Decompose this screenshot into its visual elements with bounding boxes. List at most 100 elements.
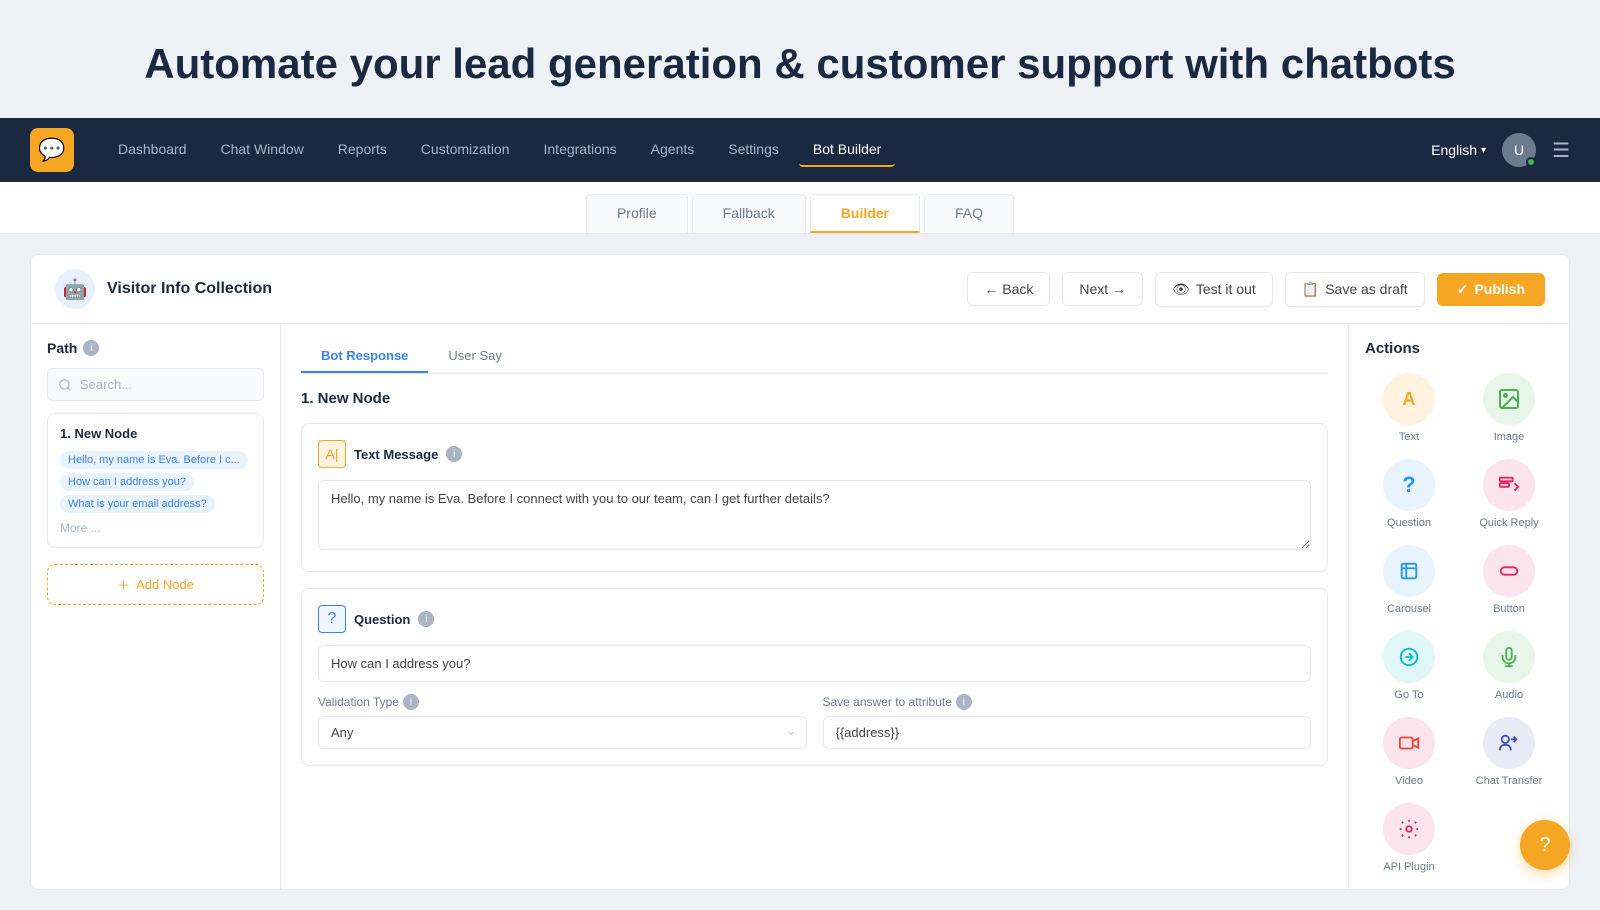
nav-settings[interactable]: Settings <box>714 133 793 167</box>
nav-customization[interactable]: Customization <box>407 133 524 167</box>
bot-avatar: 🤖 <box>55 269 95 309</box>
action-goto[interactable]: Go To <box>1365 631 1453 701</box>
action-image[interactable]: Image <box>1465 373 1553 443</box>
question-header: ? Question i <box>318 605 1311 633</box>
test-button[interactable]: 👁 Test it out <box>1155 272 1273 307</box>
search-input[interactable] <box>47 368 264 401</box>
avatar-initials: U <box>1514 142 1524 158</box>
text-message-info-icon: i <box>446 446 462 462</box>
builder-header: 🤖 Visitor Info Collection ← Back Next → … <box>30 254 1570 323</box>
help-button[interactable]: ? <box>1520 820 1570 870</box>
validation-select[interactable]: Any <box>318 716 807 749</box>
tab-faq[interactable]: FAQ <box>924 194 1014 233</box>
save-answer-label: Save answer to attribute i <box>823 694 1312 710</box>
menu-icon[interactable]: ☰ <box>1552 138 1570 163</box>
actions-panel: Actions A Text Image ? Question <box>1349 324 1569 889</box>
action-text[interactable]: A Text <box>1365 373 1453 443</box>
question-label: Question <box>354 612 410 627</box>
question-icon: ? <box>318 605 346 633</box>
api-plugin-action-label: API Plugin <box>1383 861 1434 873</box>
tab-builder[interactable]: Builder <box>810 194 920 233</box>
tab-profile[interactable]: Profile <box>586 194 688 233</box>
quick-reply-action-icon <box>1483 459 1535 511</box>
editor-tabs: Bot Response User Say <box>301 340 1328 374</box>
text-a-icon: A| <box>326 446 339 462</box>
text-message-block: A| Text Message i Hello, my name is Eva.… <box>301 423 1328 572</box>
video-action-icon <box>1383 717 1435 769</box>
hero-title: Automate your lead generation & customer… <box>20 40 1580 88</box>
validation-label: Validation Type i <box>318 694 807 710</box>
node-tag-2[interactable]: What is your email address? <box>60 495 215 513</box>
logo-icon: 💬 <box>38 137 65 163</box>
action-api-plugin[interactable]: API Plugin <box>1365 803 1453 873</box>
nav-agents[interactable]: Agents <box>637 133 709 167</box>
editor-panel: Bot Response User Say 1. New Node A| Tex… <box>281 324 1349 889</box>
bot-avatar-icon: 🤖 <box>63 277 88 302</box>
path-header: Path i <box>47 340 264 356</box>
navbar: 💬 Dashboard Chat Window Reports Customiz… <box>0 118 1600 182</box>
image-action-icon <box>1483 373 1535 425</box>
actions-grid: A Text Image ? Question <box>1365 373 1553 873</box>
question-action-icon: ? <box>1383 459 1435 511</box>
button-action-label: Button <box>1493 603 1525 615</box>
nav-reports[interactable]: Reports <box>324 133 401 167</box>
tab-user-say[interactable]: User Say <box>428 340 521 373</box>
nav-integrations[interactable]: Integrations <box>530 133 631 167</box>
avatar[interactable]: U <box>1502 133 1536 167</box>
next-button[interactable]: Next → <box>1062 272 1143 306</box>
check-icon: ✓ <box>1457 281 1469 298</box>
validation-info-icon: i <box>403 694 419 710</box>
validation-field: Validation Type i Any <box>318 694 807 749</box>
action-carousel[interactable]: Carousel <box>1365 545 1453 615</box>
eye-icon: 👁 <box>1172 281 1190 298</box>
action-question[interactable]: ? Question <box>1365 459 1453 529</box>
nav-bot-builder[interactable]: Bot Builder <box>799 133 895 167</box>
node-tag-1[interactable]: How can I address you? <box>60 473 194 491</box>
actions-title: Actions <box>1365 340 1553 357</box>
node-tag-0[interactable]: Hello, my name is Eva. Before I c... <box>60 451 248 469</box>
button-action-icon <box>1483 545 1535 597</box>
text-message-input[interactable]: Hello, my name is Eva. Before I connect … <box>318 480 1311 550</box>
draft-icon: 📋 <box>1302 281 1319 298</box>
tab-fallback[interactable]: Fallback <box>692 194 806 233</box>
action-quick-reply[interactable]: Quick Reply <box>1465 459 1553 529</box>
nav-chat-window[interactable]: Chat Window <box>207 133 318 167</box>
goto-action-label: Go To <box>1394 689 1423 701</box>
question-action-label: Question <box>1387 517 1431 529</box>
text-action-icon: A <box>1383 373 1435 425</box>
goto-action-icon <box>1383 631 1435 683</box>
header-actions: ← Back Next → 👁 Test it out 📋 Save as dr… <box>967 272 1545 307</box>
back-button[interactable]: ← Back <box>967 272 1050 306</box>
quick-reply-action-label: Quick Reply <box>1479 517 1538 529</box>
node-label: 1. New Node <box>301 390 1328 407</box>
nav-links: Dashboard Chat Window Reports Customizat… <box>104 133 1431 167</box>
node-more[interactable]: More ... <box>60 521 251 535</box>
text-message-label: Text Message <box>354 447 438 462</box>
action-audio[interactable]: Audio <box>1465 631 1553 701</box>
api-plugin-action-icon <box>1383 803 1435 855</box>
hero-section: Automate your lead generation & customer… <box>0 0 1600 118</box>
main-content: 🤖 Visitor Info Collection ← Back Next → … <box>0 234 1600 910</box>
online-indicator <box>1526 157 1536 167</box>
question-block: ? Question i Validation Type i Any <box>301 588 1328 766</box>
draft-button[interactable]: 📋 Save as draft <box>1285 272 1425 307</box>
save-answer-input[interactable] <box>823 716 1312 749</box>
builder-body: Path i 1. New Node Hello, my name is Eva… <box>30 323 1570 890</box>
text-message-icon: A| <box>318 440 346 468</box>
action-video[interactable]: Video <box>1365 717 1453 787</box>
question-input[interactable] <box>318 645 1311 682</box>
tab-bot-response[interactable]: Bot Response <box>301 340 428 373</box>
msg-header: A| Text Message i <box>318 440 1311 468</box>
action-chat-transfer[interactable]: Chat Transfer <box>1465 717 1553 787</box>
carousel-action-icon <box>1383 545 1435 597</box>
publish-button[interactable]: ✓ Publish <box>1437 273 1545 306</box>
nav-right: English U ☰ <box>1431 133 1570 167</box>
action-button[interactable]: Button <box>1465 545 1553 615</box>
language-selector[interactable]: English <box>1431 142 1486 158</box>
add-node-button[interactable]: ＋ Add Node <box>47 564 264 605</box>
nav-dashboard[interactable]: Dashboard <box>104 133 201 167</box>
node-card: 1. New Node Hello, my name is Eva. Befor… <box>47 413 264 548</box>
chat-transfer-action-icon <box>1483 717 1535 769</box>
logo[interactable]: 💬 <box>30 128 74 172</box>
image-action-label: Image <box>1494 431 1525 443</box>
